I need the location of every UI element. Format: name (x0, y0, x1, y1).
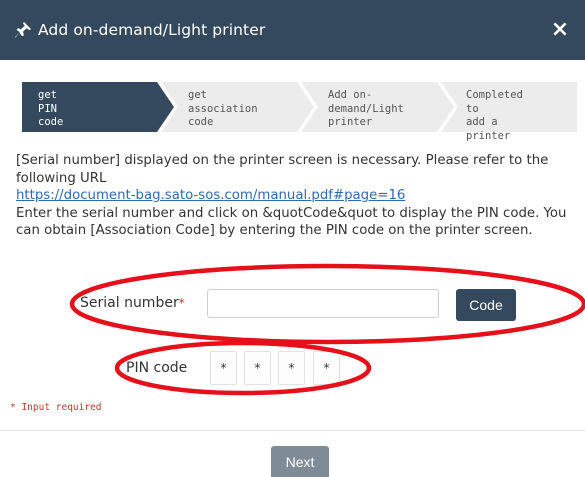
pin-digit-box: * (278, 351, 305, 385)
manual-link[interactable]: https://document-bag.sato-sos.com/manual… (16, 187, 576, 205)
code-button[interactable]: Code (456, 289, 516, 321)
required-star: * (178, 296, 185, 310)
instructions-text: [Serial number] displayed on the printer… (16, 152, 576, 240)
dialog-title: Add on-demand/Light printer (38, 21, 266, 39)
step-label: get PIN code (38, 89, 64, 128)
instructions-line-1: [Serial number] displayed on the printer… (16, 153, 549, 186)
pin-icon (14, 21, 32, 38)
serial-number-input[interactable] (207, 289, 439, 318)
pin-digit-box: * (244, 351, 271, 385)
step-label: Completed to add a printer (466, 89, 523, 142)
step-label: Add on- demand/Light printer (328, 89, 404, 128)
serial-number-label-text: Serial number (80, 295, 179, 311)
serial-number-label: Serial number* (80, 295, 185, 311)
next-button[interactable]: Next (271, 446, 329, 477)
footer-divider (0, 430, 585, 431)
progress-stepper: get PIN code get association code Add on… (22, 82, 577, 142)
required-note: * Input required (10, 402, 102, 413)
step-label: get association code (188, 89, 258, 128)
close-icon[interactable]: × (549, 16, 571, 42)
pin-digit-box: * (210, 351, 237, 385)
pin-digit-box: * (313, 351, 340, 385)
dialog-header: Add on-demand/Light printer × (0, 0, 585, 60)
instructions-line-2: Enter the serial number and click on &qu… (16, 205, 567, 239)
pin-code-label: PIN code (126, 360, 188, 376)
